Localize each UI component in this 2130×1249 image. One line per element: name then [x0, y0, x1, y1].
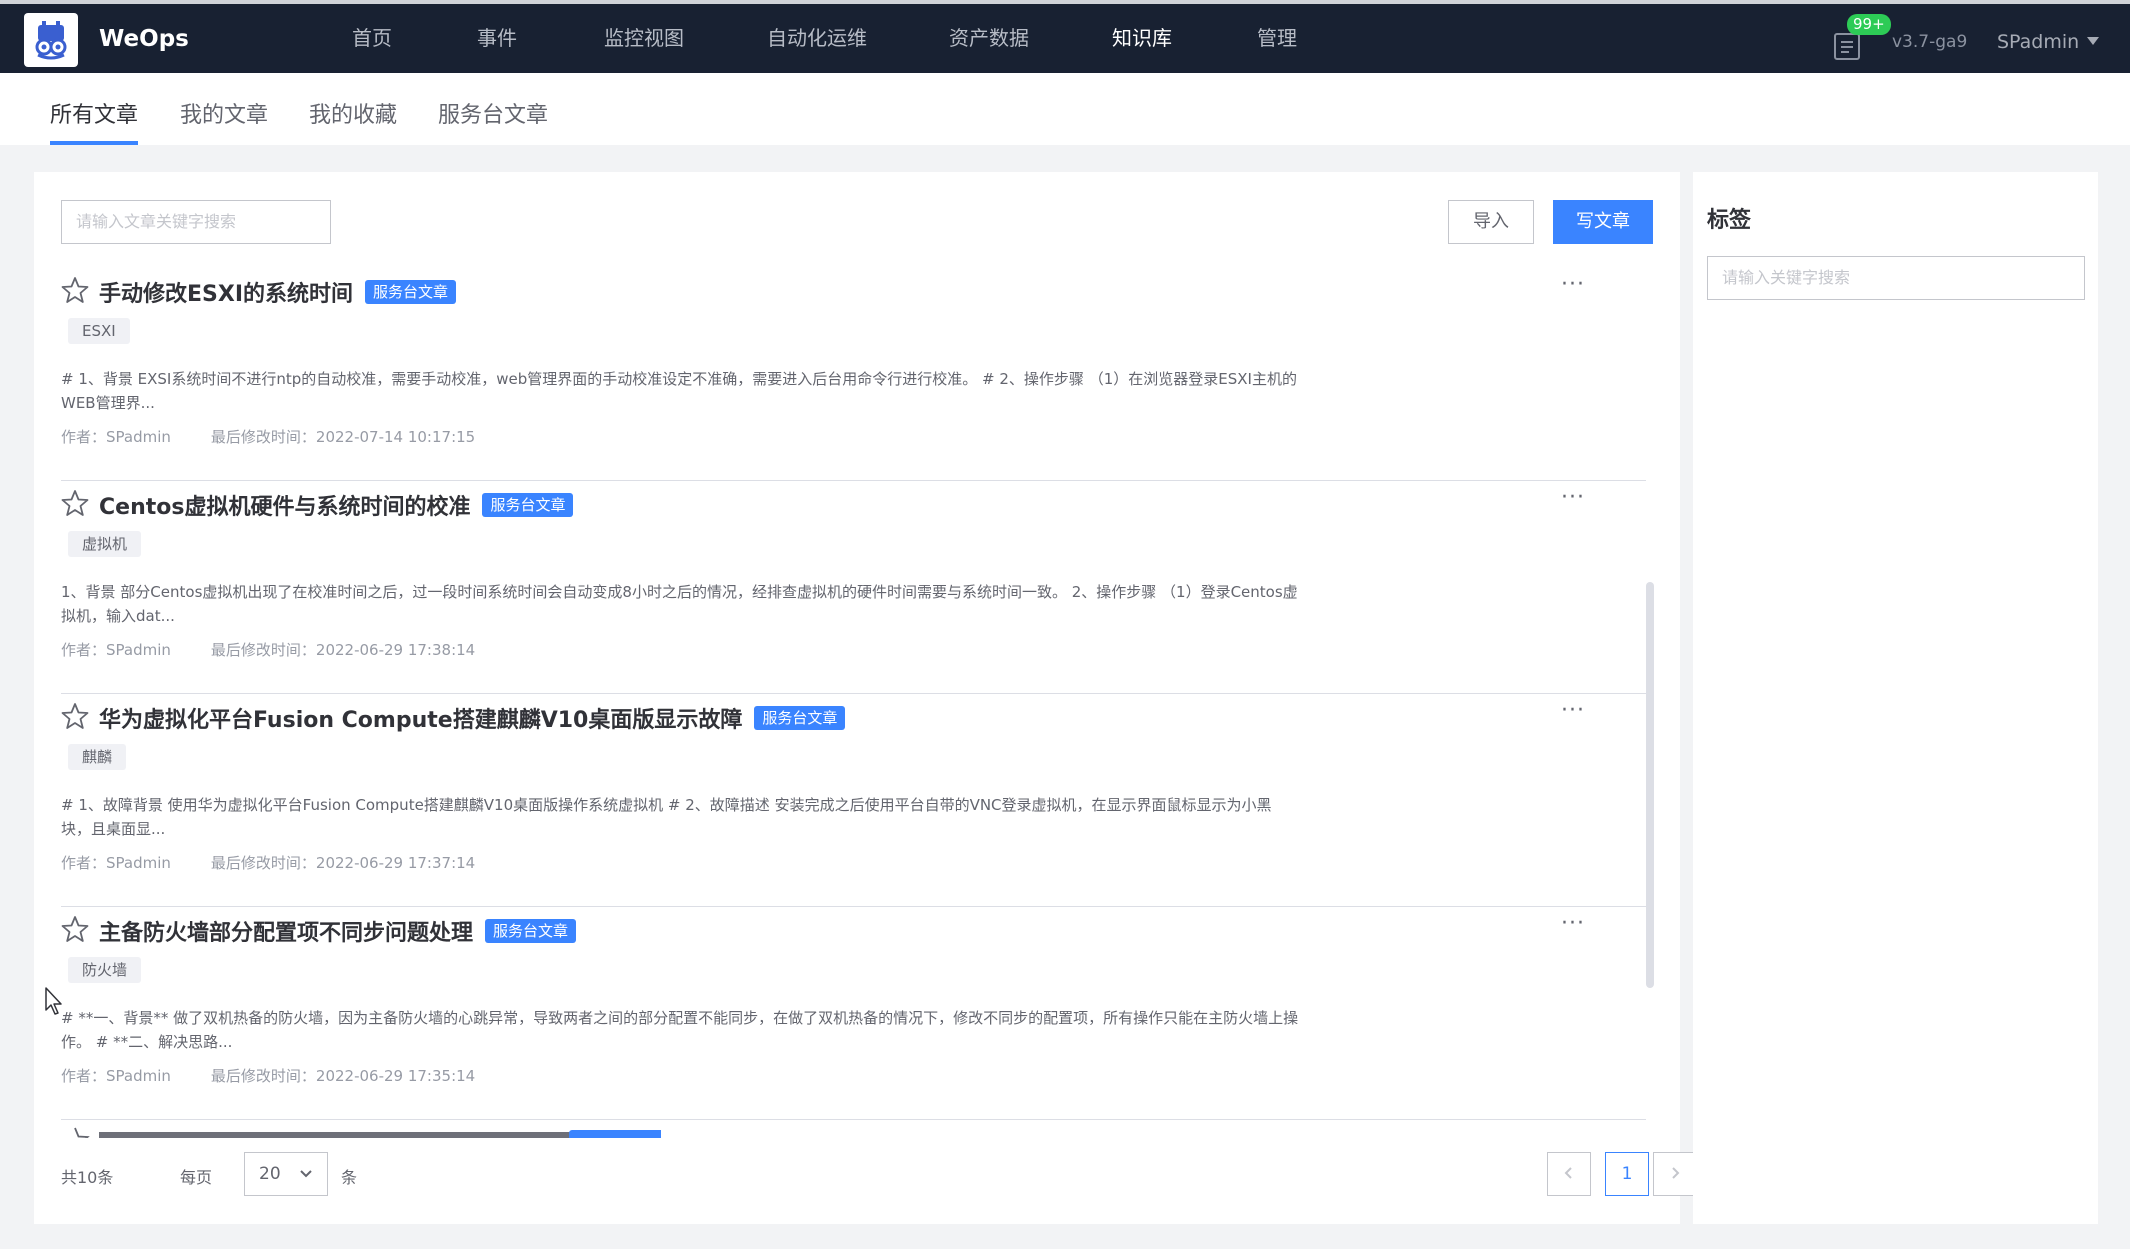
article-meta: 作者：SPadmin 最后修改时间：2022-06-29 17:38:14: [61, 639, 475, 660]
nav-item-events[interactable]: 事件: [477, 4, 517, 73]
write-article-button[interactable]: 写文章: [1553, 200, 1653, 244]
article-author: 作者：SPadmin: [61, 428, 171, 446]
article-summary: 1、背景 部分Centos虚拟机出现了在校准时间之后，过一段时间系统时间会自动变…: [61, 583, 1298, 625]
nav-item-admin[interactable]: 管理: [1257, 4, 1297, 73]
star-icon[interactable]: [61, 915, 89, 943]
article-title-text: 华为虚拟化平台Fusion Compute搭建麒麟V10桌面版显示故障: [99, 708, 743, 733]
mouse-cursor-icon: [45, 987, 62, 1015]
per-page-unit: 条: [341, 1168, 358, 1187]
per-page-label: 每页: [180, 1168, 213, 1187]
article-summary: # **一、背景** 做了双机热备的防火墙，因为主备防火墙的心跳异常，导致两者之…: [61, 1009, 1299, 1051]
tag-sidebar: 标签 请输入关键字搜索: [1693, 172, 2098, 1224]
article-tag[interactable]: 麒麟: [68, 744, 127, 770]
article-title[interactable]: 主备防火墙部分配置项不同步问题处理 服务台文章: [99, 915, 577, 947]
tab-my-favorites[interactable]: 我的收藏: [309, 97, 397, 129]
user-menu[interactable]: SPadmin: [1997, 31, 2100, 53]
article-author: 作者：SPadmin: [61, 641, 171, 659]
app-name: WeOps: [99, 26, 189, 52]
page-size-value: 20: [259, 1164, 281, 1184]
article-summary: # 1、故障背景 使用华为虚拟化平台Fusion Compute搭建麒麟V10桌…: [61, 796, 1272, 838]
nav-item-asset-data[interactable]: 资产数据: [949, 4, 1029, 73]
star-icon[interactable]: [61, 489, 89, 517]
import-button[interactable]: 导入: [1448, 200, 1534, 244]
article-item: 华为虚拟化平台Fusion Compute搭建麒麟V10桌面版显示故障 服务台文章…: [61, 694, 1646, 907]
chevron-down-icon: [300, 1170, 312, 1178]
article-author: 作者：SPadmin: [61, 854, 171, 872]
service-desk-badge: 服务台文章: [482, 493, 574, 517]
tab-all-articles[interactable]: 所有文章: [50, 97, 138, 129]
article-tabs: 所有文章 我的文章 我的收藏 服务台文章: [0, 73, 2130, 145]
article-search-input[interactable]: 请输入文章关键字搜索: [61, 200, 331, 244]
article-author: 作者：SPadmin: [61, 1067, 171, 1085]
article-modified-time: 最后修改时间：2022-06-29 17:37:14: [210, 854, 476, 872]
more-options-icon[interactable]: ···: [1561, 272, 1585, 297]
article-item: 主备防火墙部分配置项不同步问题处理 服务台文章 ··· 防火墙 # **一、背景*…: [61, 907, 1646, 1120]
page-size-select[interactable]: 20: [244, 1152, 328, 1196]
app-logo[interactable]: [24, 13, 78, 67]
article-tag[interactable]: 防火墙: [68, 957, 142, 983]
list-scrollbar[interactable]: [1646, 582, 1654, 988]
tab-service-desk-articles[interactable]: 服务台文章: [438, 97, 548, 129]
chevron-left-icon: [1564, 1167, 1572, 1179]
nav-item-home[interactable]: 首页: [352, 4, 392, 73]
article-meta: 作者：SPadmin 最后修改时间：2022-06-29 17:35:14: [61, 1065, 475, 1086]
article-title[interactable]: 手动修改ESXI的系统时间 服务台文章: [99, 276, 457, 308]
total-count: 共10条: [61, 1168, 114, 1187]
pagination-bar: 共10条 每页 20 条 1: [61, 1152, 1697, 1196]
active-tab-indicator: [50, 141, 138, 145]
nav-item-automation[interactable]: 自动化运维: [767, 4, 867, 73]
nav-item-knowledge-base[interactable]: 知识库: [1112, 4, 1172, 73]
article-item-partial: [61, 1126, 661, 1138]
tag-search-input[interactable]: 请输入关键字搜索: [1707, 256, 2085, 300]
article-list-panel: 请输入文章关键字搜索 导入 写文章 手动修改ESXI的系统时间 服务台文章 ···…: [34, 172, 1697, 1224]
tab-my-articles[interactable]: 我的文章: [180, 97, 268, 129]
article-modified-time: 最后修改时间：2022-06-29 17:38:14: [210, 641, 476, 659]
robot-logo-icon: [35, 21, 67, 60]
more-options-icon[interactable]: ···: [1561, 485, 1585, 510]
more-options-icon[interactable]: ···: [1561, 911, 1585, 936]
article-title-text: 主备防火墙部分配置项不同步问题处理: [99, 921, 474, 946]
article-modified-time: 最后修改时间：2022-06-29 17:35:14: [210, 1067, 476, 1085]
star-icon[interactable]: [61, 276, 89, 304]
chevron-right-icon: [1672, 1167, 1680, 1179]
tag-sidebar-title: 标签: [1707, 208, 1752, 233]
star-icon[interactable]: [61, 702, 89, 730]
article-item: Centos虚拟机硬件与系统时间的校准 服务台文章 ··· 虚拟机 1、背景 部分…: [61, 481, 1646, 694]
more-options-icon[interactable]: ···: [1561, 698, 1585, 723]
article-tag[interactable]: ESXI: [68, 318, 130, 344]
article-title[interactable]: Centos虚拟机硬件与系统时间的校准 服务台文章: [99, 489, 574, 521]
article-modified-time: 最后修改时间：2022-07-14 10:17:15: [210, 428, 476, 446]
user-name: SPadmin: [1997, 31, 2080, 53]
article-summary: # 1、背景 EXSI系统时间不进行ntp的自动校准，需要手动校准，web管理界…: [61, 370, 1297, 412]
page-number-button[interactable]: 1: [1605, 1152, 1649, 1196]
partial-title-fragment: [74, 1127, 661, 1138]
article-item: 手动修改ESXI的系统时间 服务台文章 ··· ESXI # 1、背景 EXSI系…: [61, 268, 1646, 481]
service-desk-badge: 服务台文章: [485, 919, 577, 943]
article-list[interactable]: 手动修改ESXI的系统时间 服务台文章 ··· ESXI # 1、背景 EXSI系…: [34, 268, 1680, 1138]
article-meta: 作者：SPadmin 最后修改时间：2022-07-14 10:17:15: [61, 426, 475, 447]
prev-page-button[interactable]: [1547, 1152, 1591, 1196]
caret-down-icon: [2087, 37, 2100, 45]
version-label: v3.7-ga9: [1892, 32, 1968, 52]
article-meta: 作者：SPadmin 最后修改时间：2022-06-29 17:37:14: [61, 852, 475, 873]
nav-item-monitor-view[interactable]: 监控视图: [604, 4, 684, 73]
article-title-text: Centos虚拟机硬件与系统时间的校准: [99, 495, 471, 520]
article-tag[interactable]: 虚拟机: [68, 531, 142, 557]
next-page-button[interactable]: [1653, 1152, 1697, 1196]
notification-badge: 99+: [1847, 14, 1891, 35]
article-title[interactable]: 华为虚拟化平台Fusion Compute搭建麒麟V10桌面版显示故障 服务台文章: [99, 702, 846, 734]
top-navbar: WeOps 首页 事件 监控视图 自动化运维 资产数据 知识库 管理 99+ v…: [0, 0, 2130, 73]
service-desk-badge: 服务台文章: [365, 280, 457, 304]
article-title-text: 手动修改ESXI的系统时间: [99, 282, 354, 307]
service-desk-badge: 服务台文章: [754, 706, 846, 730]
notification-icon[interactable]: [1832, 31, 1862, 61]
